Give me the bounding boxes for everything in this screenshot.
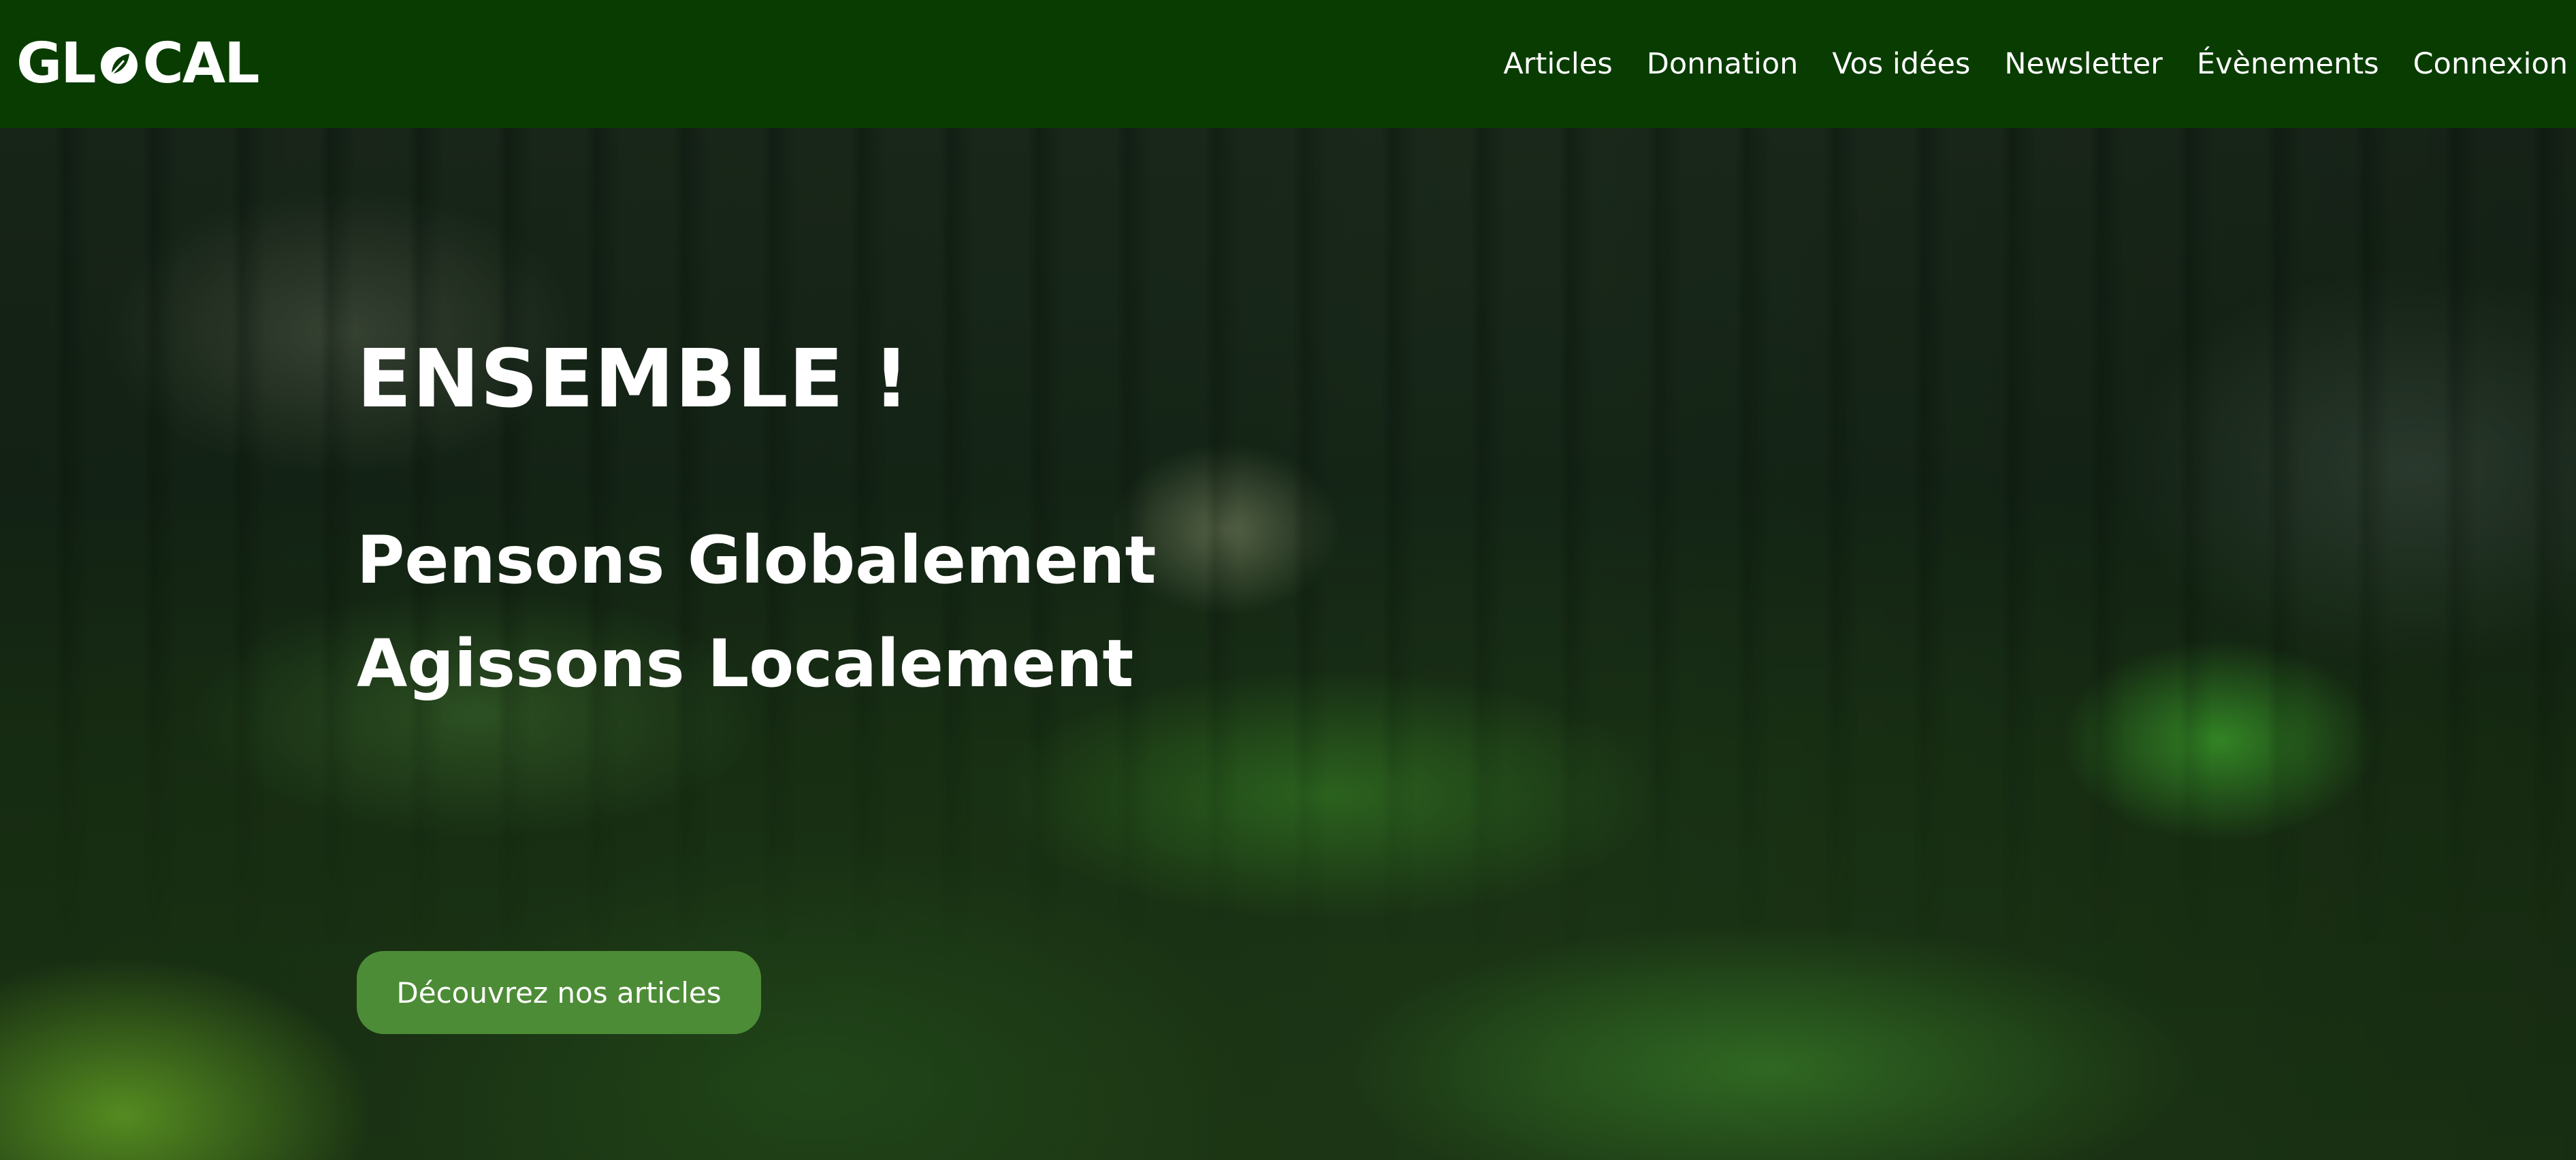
hero-text: ENSEMBLE ! Pensons Globalement Agissons … [357,338,1156,696]
nav-link-articles[interactable]: Articles [1503,49,1612,79]
hero-title: ENSEMBLE ! [357,332,911,425]
nav-link-vos-idees[interactable]: Vos idées [1832,49,1970,79]
hero-tagline-global: Pensons Globalement [357,522,1157,598]
logo-text-start: GL [16,31,97,96]
nav-link-evenements[interactable]: Évènements [2197,49,2379,79]
top-navbar: GL CAL Articles Donnation Vos idées News… [0,0,2576,128]
logo-text-end: CAL [142,31,260,96]
nav-link-newsletter[interactable]: Newsletter [2004,49,2162,79]
nav-link-connexion[interactable]: Connexion [2413,49,2569,79]
glocal-logo[interactable]: GL CAL [16,31,260,96]
leaf-icon [97,42,142,86]
discover-articles-button[interactable]: Découvrez nos articles [357,951,761,1034]
main-nav: Articles Donnation Vos idées Newsletter … [1469,49,2569,79]
hero-tagline-local: Agissons Localement [357,626,1134,702]
nav-link-donnation[interactable]: Donnation [1647,49,1799,79]
